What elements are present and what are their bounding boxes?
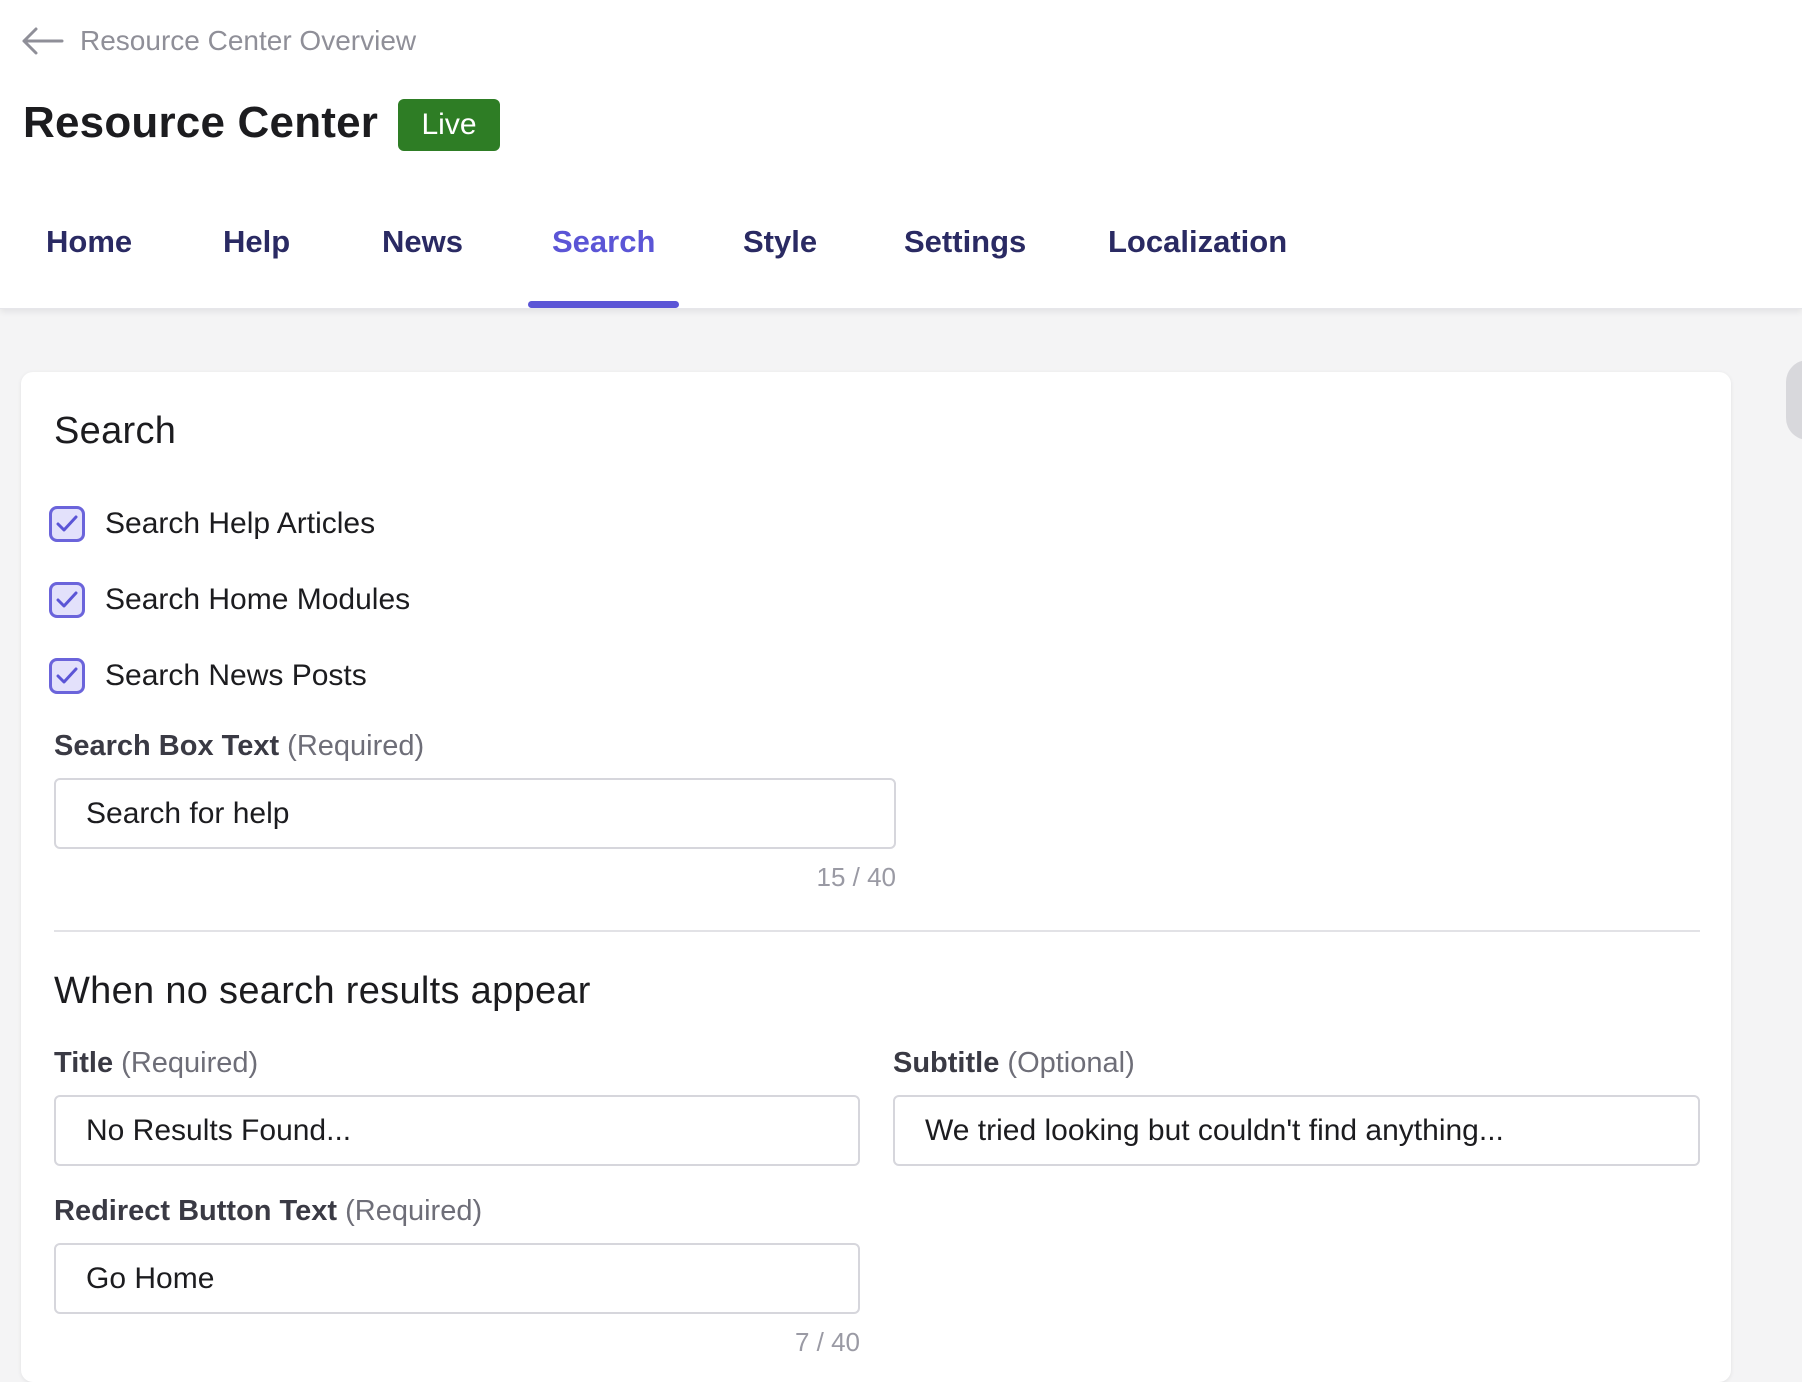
field-label-text: Search Box Text: [54, 730, 280, 762]
page-header: Resource Center Overview Resource Center…: [0, 0, 1802, 309]
checkmark-icon: [56, 591, 78, 608]
redirect-button-text-input[interactable]: [54, 1243, 860, 1314]
field-label-hint: (Required): [287, 730, 425, 762]
character-counter: 7 / 40: [794, 1327, 860, 1357]
tab-label: Search: [552, 224, 656, 259]
redirect-button-text-label: Redirect Button Text (Required): [54, 1195, 482, 1228]
character-counter: 15 / 40: [816, 862, 896, 892]
checkbox-label: Search News Posts: [105, 659, 367, 692]
tab-home[interactable]: Home: [46, 200, 132, 308]
tab-label: Style: [743, 224, 818, 259]
checkmark-icon: [56, 515, 78, 532]
settings-card: Search Search Help Articles Search Home …: [21, 372, 1731, 1382]
section-title-no-results: When no search results appear: [54, 970, 591, 1012]
section-divider: [54, 930, 1700, 932]
tab-label: Localization: [1108, 224, 1288, 259]
field-label-hint: (Required): [345, 1195, 483, 1227]
field-label-hint: (Required): [121, 1047, 259, 1079]
back-link-label: Resource Center Overview: [80, 25, 417, 56]
tab-bar: Home Help News Search Style Settings Loc…: [0, 200, 1400, 308]
field-label-text: Title: [54, 1047, 114, 1079]
tab-settings[interactable]: Settings: [904, 200, 1026, 308]
tab-news[interactable]: News: [382, 200, 463, 308]
back-link[interactable]: Resource Center Overview: [20, 20, 416, 62]
no-results-subtitle-input[interactable]: [893, 1095, 1700, 1166]
status-badge: Live: [398, 99, 500, 151]
checkbox-search-help-articles[interactable]: Search Help Articles: [49, 506, 375, 542]
checkbox-label: Search Help Articles: [105, 507, 376, 540]
checkbox[interactable]: [49, 658, 85, 694]
checkbox-search-home-modules[interactable]: Search Home Modules: [49, 582, 410, 618]
checkbox-search-news-posts[interactable]: Search News Posts: [49, 658, 367, 694]
checkbox[interactable]: [49, 582, 85, 618]
arrow-left-icon: [20, 26, 64, 56]
page-title: Resource Center: [23, 98, 379, 147]
checkmark-icon: [56, 667, 78, 684]
no-results-title-input[interactable]: [54, 1095, 860, 1166]
checkbox[interactable]: [49, 506, 85, 542]
section-title-search: Search: [54, 410, 177, 452]
active-tab-indicator: [528, 301, 680, 308]
search-box-text-label: Search Box Text (Required): [54, 730, 424, 763]
subtitle-field-label: Subtitle (Optional): [893, 1047, 1135, 1080]
title-field-label: Title (Required): [54, 1047, 258, 1080]
tab-label: Settings: [904, 224, 1027, 259]
tab-label: Home: [46, 224, 133, 259]
field-label-hint: (Optional): [1007, 1047, 1135, 1079]
checkbox-label: Search Home Modules: [105, 583, 411, 616]
field-label-text: Redirect Button Text: [54, 1195, 338, 1227]
tab-style[interactable]: Style: [743, 200, 817, 308]
scrollbar-thumb[interactable]: [1786, 360, 1802, 440]
field-label-text: Subtitle: [893, 1047, 1000, 1079]
tab-search[interactable]: Search: [528, 200, 680, 308]
tab-help[interactable]: Help: [223, 200, 290, 308]
tab-label: News: [382, 224, 463, 259]
tab-localization[interactable]: Localization: [1108, 200, 1287, 308]
tab-label: Help: [223, 224, 291, 259]
search-box-text-input[interactable]: [54, 778, 896, 849]
